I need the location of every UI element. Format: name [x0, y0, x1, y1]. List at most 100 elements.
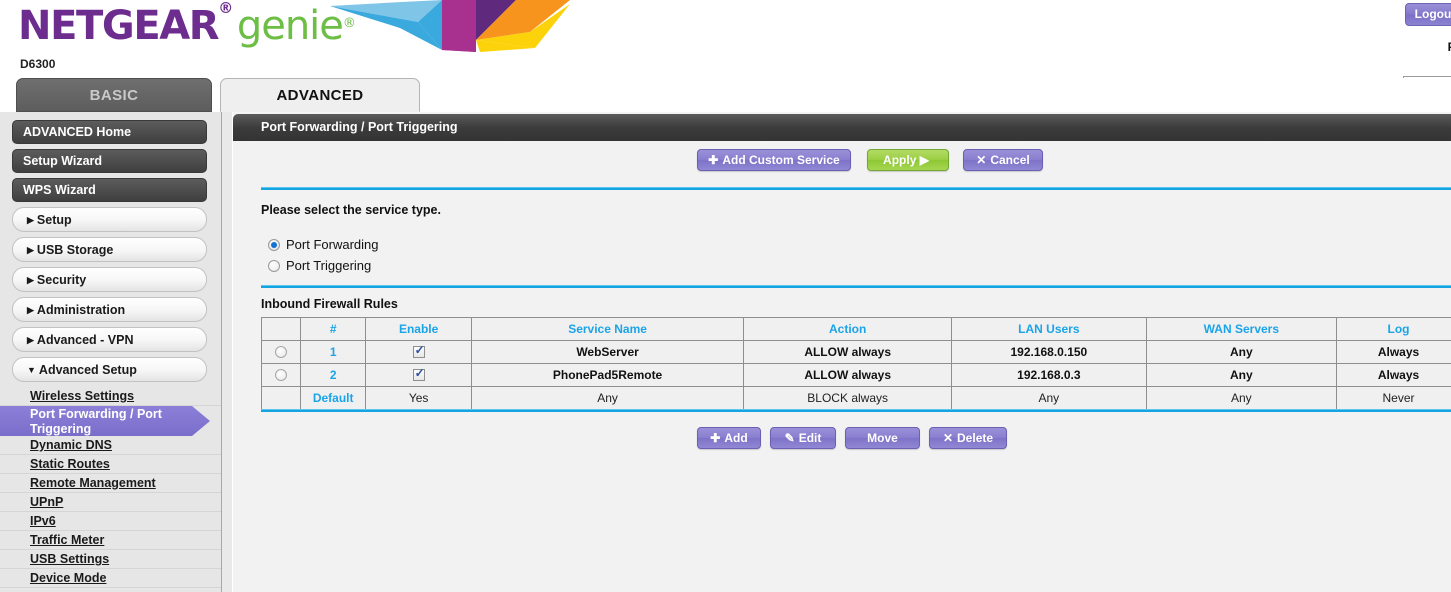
netgear-genie-logo: NETGEAR® genie® — [18, 0, 356, 49]
registered-mark-icon: ® — [218, 0, 233, 17]
apply-button[interactable]: Apply ▶ — [867, 149, 949, 171]
chevron-right-icon: ▶ — [27, 305, 34, 315]
radio-port-triggering[interactable]: Port Triggering — [268, 257, 371, 275]
column-header-select — [261, 317, 301, 341]
sidebar-item-advanced-home[interactable]: ADVANCED Home — [12, 120, 207, 144]
sidebar-subitem-label: UPnP — [30, 495, 64, 509]
row-number: 2 — [299, 363, 367, 387]
sidebar-group-advanced-vpn[interactable]: ▶ Advanced - VPN — [12, 327, 207, 352]
sidebar-group-label: USB Storage — [36, 243, 114, 257]
panel-content: ✚ Add Custom Service Apply ▶ ✕ Cancel Plea… — [233, 141, 1451, 592]
sidebar-group-advanced-setup[interactable]: ▼ Advanced Setup — [12, 357, 207, 382]
column-header-wan-servers[interactable]: WAN Servers — [1145, 317, 1338, 341]
x-icon: ✕ — [976, 153, 987, 167]
sidebar-group-label: Setup — [36, 213, 72, 227]
row-radio-icon[interactable] — [274, 369, 287, 381]
chevron-down-icon: ▼ — [27, 365, 36, 375]
radio-port-triggering-label: Port Triggering — [286, 258, 372, 273]
decorative-polygon-graphic — [330, 0, 570, 52]
row-select-cell[interactable] — [261, 340, 301, 364]
sidebar-item-port-forwarding-port-triggering[interactable]: Port Forwarding / Port Triggering — [0, 406, 210, 436]
row-enable-cell[interactable] — [365, 340, 472, 364]
inbound-firewall-rules-table: # Enable Service Name Action LAN Users W… — [261, 317, 1451, 410]
table-row[interactable]: 1 WebServer ALLOW always 192.168.0.150 A… — [261, 340, 1451, 364]
row-action: ALLOW always — [743, 363, 953, 387]
firmware-label: Firmware — [1329, 40, 1451, 54]
row-number-default: Default — [299, 386, 367, 410]
add-button[interactable]: ✚ Add — [697, 427, 761, 449]
device-model-label: D6300 — [20, 57, 56, 71]
table-row[interactable]: 2 PhonePad5Remote ALLOW always 192.168.0… — [261, 363, 1451, 387]
column-header-lan-users[interactable]: LAN Users — [951, 317, 1147, 341]
row-service-name: Any — [470, 386, 745, 410]
radio-port-forwarding[interactable]: Port Forwarding — [268, 236, 378, 254]
row-enable-default: Yes — [365, 386, 472, 410]
column-header-enable[interactable]: Enable — [365, 317, 472, 341]
sidebar-item-upnp[interactable]: UPnP — [0, 493, 221, 512]
row-action: BLOCK always — [743, 386, 953, 410]
row-service-name: WebServer — [470, 340, 745, 364]
move-button[interactable]: Move — [845, 427, 920, 449]
sidebar-group-setup[interactable]: ▶ Setup — [12, 207, 207, 232]
table-header-row: # Enable Service Name Action LAN Users W… — [261, 317, 1451, 341]
logo-netgear-text: NETGEAR® — [18, 0, 233, 49]
page-header: NETGEAR® genie® D6300 Logout Firmware V1… — [0, 0, 1451, 78]
sidebar-group-label: Advanced - VPN — [36, 333, 134, 347]
sidebar-item-wps-wizard[interactable]: WPS Wizard — [12, 178, 207, 202]
sidebar-item-dynamic-dns[interactable]: Dynamic DNS — [0, 436, 221, 455]
sidebar-item-usb-settings[interactable]: USB Settings — [0, 550, 221, 569]
tab-advanced[interactable]: ADVANCED — [220, 78, 420, 112]
row-log: Never — [1336, 386, 1451, 410]
sidebar-item-setup-wizard[interactable]: Setup Wizard — [12, 149, 207, 173]
row-wan-servers: Any — [1145, 363, 1338, 387]
sidebar-subitem-label: Traffic Meter — [30, 533, 105, 547]
tab-basic[interactable]: BASIC — [16, 78, 212, 112]
sidebar-item-static-routes[interactable]: Static Routes — [0, 455, 221, 474]
delete-label: Delete — [957, 431, 994, 445]
row-lan-users: 192.168.0.3 — [951, 363, 1147, 387]
logo-netgear-word: NETGEAR — [18, 3, 220, 49]
logout-button[interactable]: Logout — [1405, 3, 1451, 26]
pencil-icon: ✎ — [784, 431, 795, 445]
sidebar-subitem-label: Static Routes — [30, 457, 110, 471]
row-service-name: PhonePad5Remote — [470, 363, 745, 387]
row-action-toolbar: ✚ Add ✎ Edit Move ✕ Delete — [233, 427, 1451, 457]
checkbox-checked-icon[interactable] — [412, 343, 425, 358]
edit-button[interactable]: ✎ Edit — [770, 427, 836, 449]
play-icon: ▶ — [919, 153, 929, 167]
panel-title: Port Forwarding / Port Triggering — [233, 114, 1451, 141]
divider-middle — [261, 285, 1451, 288]
row-select-cell[interactable] — [261, 363, 301, 387]
row-enable-cell[interactable] — [365, 363, 472, 387]
add-custom-service-label: Add Custom Service — [722, 153, 840, 167]
sidebar-item-traffic-meter[interactable]: Traffic Meter — [0, 531, 221, 550]
column-header-service-name[interactable]: Service Name — [470, 317, 745, 341]
sidebar-group-security[interactable]: ▶ Security — [12, 267, 207, 292]
row-action: ALLOW always — [743, 340, 953, 364]
sidebar-item-ipv6[interactable]: IPv6 — [0, 512, 221, 531]
edit-label: Edit — [798, 431, 822, 445]
table-caption: Inbound Firewall Rules — [261, 297, 398, 311]
apply-label: Apply — [883, 153, 917, 167]
sidebar-group-label: Security — [36, 273, 87, 287]
sidebar-group-administration[interactable]: ▶ Administration — [12, 297, 207, 322]
row-wan-servers: Any — [1145, 386, 1338, 410]
sidebar-item-remote-management[interactable]: Remote Management — [0, 474, 221, 493]
cancel-button[interactable]: ✕ Cancel — [963, 149, 1043, 171]
sidebar-item-device-mode[interactable]: Device Mode — [0, 569, 221, 588]
row-radio-icon[interactable] — [274, 346, 287, 358]
column-header-action[interactable]: Action — [743, 317, 953, 341]
checkbox-checked-icon[interactable] — [412, 366, 425, 381]
sidebar-subitem-label: Dynamic DNS — [30, 438, 112, 452]
sidebar-subitem-label: USB Settings — [30, 552, 110, 566]
chevron-right-icon: ▶ — [27, 275, 34, 285]
sidebar-submenu: Wireless Settings Port Forwarding / Port… — [0, 387, 221, 588]
sidebar-item-wireless-settings[interactable]: Wireless Settings — [0, 387, 221, 406]
sidebar-subitem-label: Remote Management — [30, 476, 156, 490]
delete-button[interactable]: ✕ Delete — [929, 427, 1007, 449]
sidebar-group-usb-storage[interactable]: ▶ USB Storage — [12, 237, 207, 262]
column-header-log[interactable]: Log — [1336, 317, 1451, 341]
sidebar: ADVANCED Home Setup Wizard WPS Wizard ▶ S… — [0, 112, 222, 592]
column-header-number[interactable]: # — [299, 317, 367, 341]
add-custom-service-button[interactable]: ✚ Add Custom Service — [697, 149, 851, 171]
